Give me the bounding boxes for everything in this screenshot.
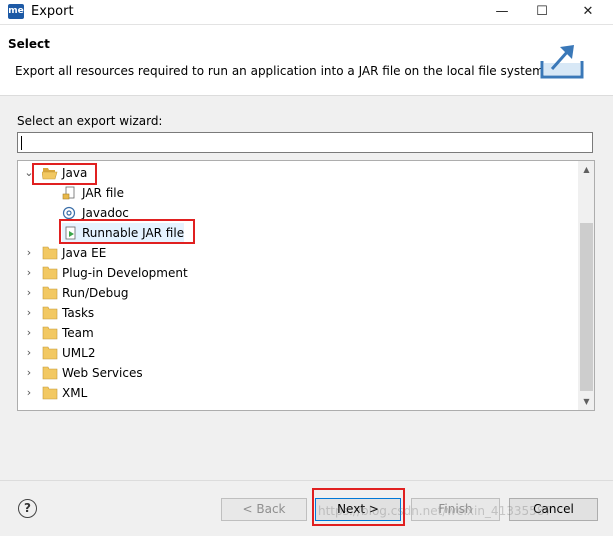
chevron-right-icon[interactable]: ›	[24, 283, 34, 303]
folder-icon	[42, 286, 58, 300]
tree-item-label: Tasks	[62, 306, 95, 320]
folder-icon	[42, 366, 58, 380]
chevron-right-icon[interactable]: ›	[24, 323, 34, 343]
tree-item-team[interactable]: › Team	[18, 323, 558, 343]
scroll-down-icon[interactable]: ▼	[578, 393, 594, 410]
back-button[interactable]: < Back	[221, 498, 307, 521]
tree-item-label: Plug-in Development	[62, 266, 188, 280]
wizard-banner: Select Export all resources required to …	[0, 25, 613, 96]
chevron-right-icon[interactable]: ›	[24, 303, 34, 323]
chevron-right-icon[interactable]: ›	[24, 243, 34, 263]
tree-item-label: JAR file	[82, 186, 124, 200]
jar-file-icon	[62, 186, 75, 200]
javadoc-icon	[62, 206, 76, 220]
window-title: Export	[31, 4, 74, 19]
tree-item-label: XML	[62, 386, 88, 400]
tree-item-label: Web Services	[62, 366, 143, 380]
tree-item-label: Run/Debug	[62, 286, 129, 300]
folder-icon	[42, 266, 58, 280]
banner-title: Select	[8, 37, 50, 51]
folder-icon	[42, 346, 58, 360]
help-icon[interactable]: ?	[18, 499, 37, 518]
folder-icon	[42, 326, 58, 340]
tree-item-jar-file[interactable]: JAR file	[18, 183, 558, 203]
tree-item-label: Java EE	[62, 246, 107, 260]
tree-item-java[interactable]: ⌄ Java	[18, 163, 558, 183]
tree-scrollbar[interactable]: ▲ ▼	[578, 161, 594, 410]
tree-item-xml[interactable]: › XML	[18, 383, 558, 403]
chevron-right-icon[interactable]: ›	[24, 263, 34, 283]
tree-item-label: UML2	[62, 346, 96, 360]
minimize-button[interactable]: —	[480, 0, 524, 24]
scrollbar-thumb[interactable]	[580, 223, 593, 391]
tree-item-plug-in-development[interactable]: › Plug-in Development	[18, 263, 558, 283]
highlight-box-java	[32, 163, 97, 185]
wizard-label: Select an export wizard:	[17, 114, 163, 128]
watermark-text: https://blog.csdn.net/weixin_41335587	[318, 504, 553, 518]
highlight-box-runnable-jar	[59, 219, 195, 244]
tree-item-java-ee[interactable]: › Java EE	[18, 243, 558, 263]
text-caret	[21, 136, 22, 150]
app-icon: me	[8, 4, 24, 19]
tree-item-run-debug[interactable]: › Run/Debug	[18, 283, 558, 303]
folder-icon	[42, 306, 58, 320]
chevron-right-icon[interactable]: ›	[24, 363, 34, 383]
maximize-button[interactable]: ☐	[520, 0, 564, 24]
banner-description: Export all resources required to run an …	[15, 64, 548, 78]
filter-input[interactable]	[17, 132, 593, 153]
export-icon	[540, 45, 584, 79]
chevron-right-icon[interactable]: ›	[24, 383, 34, 403]
scroll-up-icon[interactable]: ▲	[578, 161, 594, 178]
wizard-tree[interactable]: ⌄ Java JAR file Javadoc Runnable JAR fil…	[17, 160, 595, 411]
tree-item-label: Team	[62, 326, 94, 340]
chevron-right-icon[interactable]: ›	[24, 343, 34, 363]
tree-item-tasks[interactable]: › Tasks	[18, 303, 558, 323]
tree-item-uml2[interactable]: › UML2	[18, 343, 558, 363]
title-bar[interactable]: me Export — ☐ ✕	[0, 0, 613, 25]
close-button[interactable]: ✕	[566, 0, 610, 24]
folder-icon	[42, 386, 58, 400]
folder-icon	[42, 246, 58, 260]
footer-separator	[0, 480, 613, 481]
tree-item-web-services[interactable]: › Web Services	[18, 363, 558, 383]
